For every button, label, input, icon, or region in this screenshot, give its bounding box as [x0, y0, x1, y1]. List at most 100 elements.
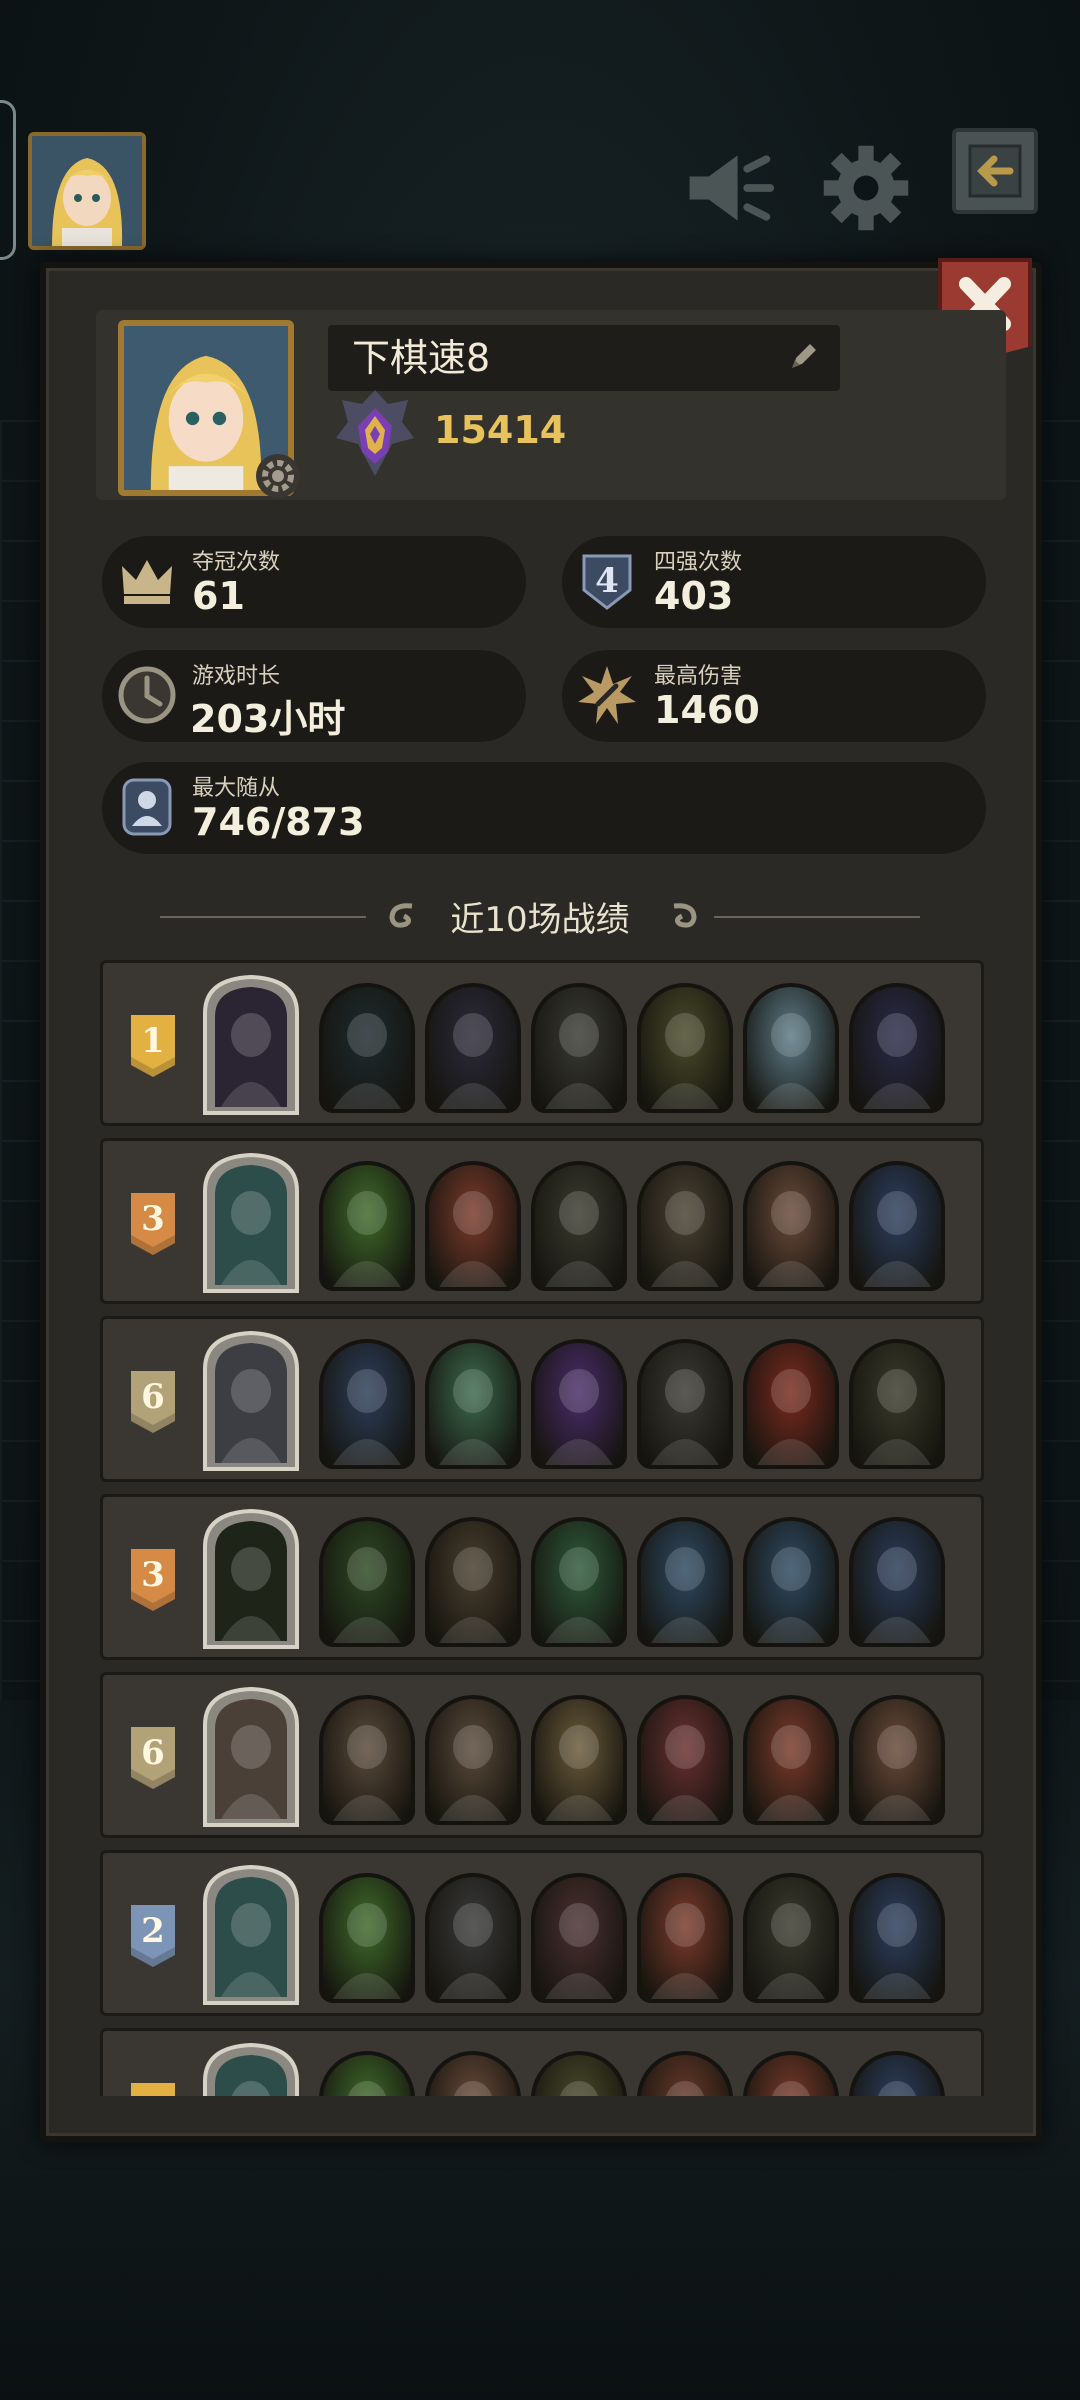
unit-portrait [637, 983, 733, 1113]
unit-portrait [531, 1873, 627, 2003]
unit-portrait [743, 1161, 839, 1291]
clock-icon [118, 666, 176, 724]
side-panel-edge[interactable] [0, 100, 16, 260]
match-row[interactable]: 1 [100, 960, 984, 1126]
unit-portrait [319, 2051, 415, 2096]
ornament-right-icon [673, 903, 697, 928]
unit-portrait [425, 1695, 521, 1825]
placement-number: 3 [141, 1199, 165, 1239]
player-name: 下棋速8 [352, 336, 491, 380]
hero-portrait [203, 1864, 299, 2005]
placement-badge: 6 [129, 1725, 177, 1791]
unit-portrait-icon [122, 778, 172, 836]
unit-portrait [319, 1695, 415, 1825]
top4-badge-number: 4 [595, 561, 619, 601]
unit-portrait [319, 983, 415, 1113]
unit-portrait [637, 1339, 733, 1469]
stat-label-max-units: 最大随从 [192, 776, 281, 801]
placement-badge: 3 [129, 1191, 177, 1257]
divider-right [714, 916, 920, 918]
stat-label-playtime: 游戏时长 [192, 664, 281, 689]
unit-portrait [319, 1517, 415, 1647]
recent-matches-list[interactable]: 1 3 6 3 6 2 [100, 960, 984, 2096]
unit-portrait [425, 1161, 521, 1291]
top-player-avatar[interactable] [28, 132, 146, 250]
unit-portrait [849, 1695, 945, 1825]
unit-portrait [531, 1517, 627, 1647]
hero-portrait [203, 1330, 299, 1471]
unit-portrait [743, 1517, 839, 1647]
stat-label-championships: 夺冠次数 [192, 550, 281, 575]
match-row[interactable] [100, 2028, 984, 2096]
girl-portrait-icon [32, 136, 142, 246]
unit-portrait [319, 1873, 415, 2003]
hero-portrait [203, 974, 299, 1115]
stat-label-top4: 四强次数 [654, 550, 743, 575]
unit-portrait [425, 1517, 521, 1647]
stat-value-playtime: 203小时 [190, 697, 346, 741]
placement-number: 2 [141, 1911, 165, 1951]
unit-portrait [637, 1517, 733, 1647]
unit-portrait [849, 1517, 945, 1647]
unit-portrait [531, 1339, 627, 1469]
unit-portrait [319, 1161, 415, 1291]
unit-portrait [319, 1339, 415, 1469]
placement-badge: 2 [129, 1903, 177, 1969]
match-row[interactable]: 3 [100, 1138, 984, 1304]
unit-portrait [849, 983, 945, 1113]
crown-icon [122, 560, 172, 604]
unit-portrait [743, 983, 839, 1113]
back-arrow-icon [968, 144, 1022, 198]
unit-portrait [531, 1695, 627, 1825]
unit-portrait [531, 983, 627, 1113]
stat-value-max-damage: 1460 [654, 688, 760, 732]
unit-portrait [531, 2051, 627, 2096]
damage-burst-icon [578, 666, 636, 724]
match-row[interactable]: 2 [100, 1850, 984, 2016]
placement-badge: 3 [129, 1547, 177, 1613]
stat-value-championships: 61 [192, 574, 245, 618]
placement-number: 3 [141, 1555, 165, 1595]
placement-badge: 6 [129, 1369, 177, 1435]
stat-value-max-units: 746/873 [192, 800, 365, 844]
unit-portrait [743, 2051, 839, 2096]
unit-portrait [425, 2051, 521, 2096]
gear-icon[interactable] [818, 140, 914, 236]
hero-portrait [203, 2042, 299, 2096]
match-row[interactable]: 6 [100, 1316, 984, 1482]
placement-number: 6 [141, 1733, 165, 1773]
back-button[interactable] [952, 128, 1038, 214]
match-row[interactable]: 3 [100, 1494, 984, 1660]
stat-value-top4: 403 [654, 574, 734, 618]
unit-portrait [743, 1873, 839, 2003]
placement-number: 6 [141, 1377, 165, 1417]
placement-badge: 1 [129, 1013, 177, 1079]
sound-icon[interactable] [680, 140, 776, 236]
unit-portrait [849, 1873, 945, 2003]
edit-pencil-icon[interactable] [786, 338, 822, 374]
unit-portrait [425, 1339, 521, 1469]
unit-portrait [637, 1873, 733, 2003]
unit-portrait [637, 1161, 733, 1291]
unit-portrait [743, 1339, 839, 1469]
rank-badge-icon [336, 390, 414, 476]
unit-portrait [849, 2051, 945, 2096]
unit-portrait [637, 1695, 733, 1825]
placement-badge [129, 2081, 177, 2096]
unit-portrait [743, 1695, 839, 1825]
unit-portrait [849, 1161, 945, 1291]
unit-portrait [531, 1161, 627, 1291]
stat-label-max-damage: 最高伤害 [654, 664, 743, 689]
hero-portrait [203, 1686, 299, 1827]
rank-score: 15414 [434, 408, 567, 452]
top4-shield-icon: 4 [582, 554, 632, 610]
unit-portrait [849, 1339, 945, 1469]
hero-portrait [203, 1508, 299, 1649]
placement-number: 1 [141, 1021, 165, 1061]
avatar-settings-icon[interactable] [254, 452, 302, 500]
unit-portrait [425, 1873, 521, 2003]
unit-portrait [637, 2051, 733, 2096]
hero-portrait [203, 1152, 299, 1293]
unit-portrait [425, 983, 521, 1113]
match-row[interactable]: 6 [100, 1672, 984, 1838]
